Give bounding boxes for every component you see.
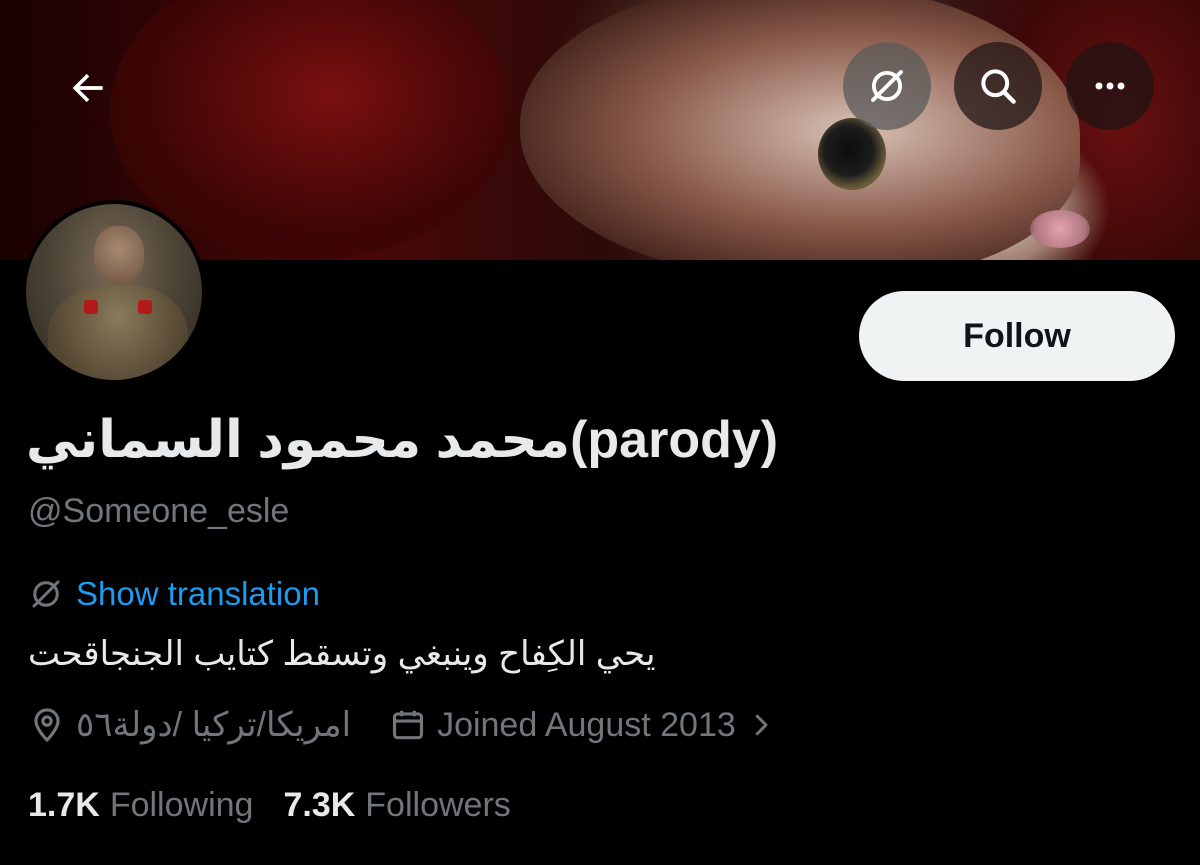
chevron-right-icon [755, 714, 768, 736]
profile-meta: امريكا/تركيا /دولة٥٦ Joined August 2013 [28, 705, 776, 745]
following-link[interactable]: 1.7K Following [28, 786, 253, 825]
profile-bio-text: يحي الكِفاح وينبغي وتسقط كتايب الجنجاقحت [28, 635, 656, 673]
banner-cat-nose [1030, 210, 1090, 248]
more-options-button[interactable] [1066, 42, 1154, 130]
followers-link[interactable]: 7.3K Followers [283, 786, 510, 825]
back-button[interactable] [44, 44, 132, 132]
location-pin-icon [34, 708, 60, 743]
following-count: 1.7K [28, 786, 100, 824]
translate-off-icon [32, 580, 60, 608]
avatar-insignia-right [138, 300, 152, 314]
search-button[interactable] [954, 42, 1042, 130]
following-label: Following [109, 786, 254, 824]
search-icon [981, 69, 1016, 104]
avatar-insignia-left [84, 300, 98, 314]
joined-item[interactable]: Joined August 2013 [389, 706, 776, 745]
avatar-figure-head [94, 226, 144, 284]
location-item: امريكا/تركيا /دولة٥٦ [28, 705, 351, 745]
avatar-figure-body [48, 284, 188, 380]
more-horizontal-icon [1095, 82, 1125, 90]
avatar-image [26, 204, 202, 380]
translation-row: Show translation [28, 575, 320, 613]
show-translation-link[interactable]: Show translation [76, 575, 320, 613]
followers-count: 7.3K [283, 786, 356, 824]
joined-text: Joined August 2013 [437, 705, 736, 744]
calendar-icon [393, 710, 424, 740]
location-text: امريكا/تركيا /دولة٥٦ [76, 706, 352, 744]
profile-bio: يحي الكِفاح وينبغي وتسقط كتايب الجنجاقحت [28, 634, 778, 674]
avatar[interactable] [22, 200, 206, 384]
translate-button[interactable] [843, 42, 931, 130]
translate-off-icon [871, 70, 903, 102]
display-name: محمد محمود السماني(parody) [26, 411, 779, 469]
banner-photo-cat [520, 0, 1080, 260]
profile-handle: @Someone_esle [28, 492, 290, 530]
followers-label: Followers [365, 786, 511, 824]
follow-stats: 1.7K Following 7.3K Followers [28, 786, 511, 825]
profile-banner[interactable] [0, 0, 1200, 260]
follow-button[interactable]: Follow [859, 291, 1175, 381]
arrow-left-icon [72, 73, 103, 103]
